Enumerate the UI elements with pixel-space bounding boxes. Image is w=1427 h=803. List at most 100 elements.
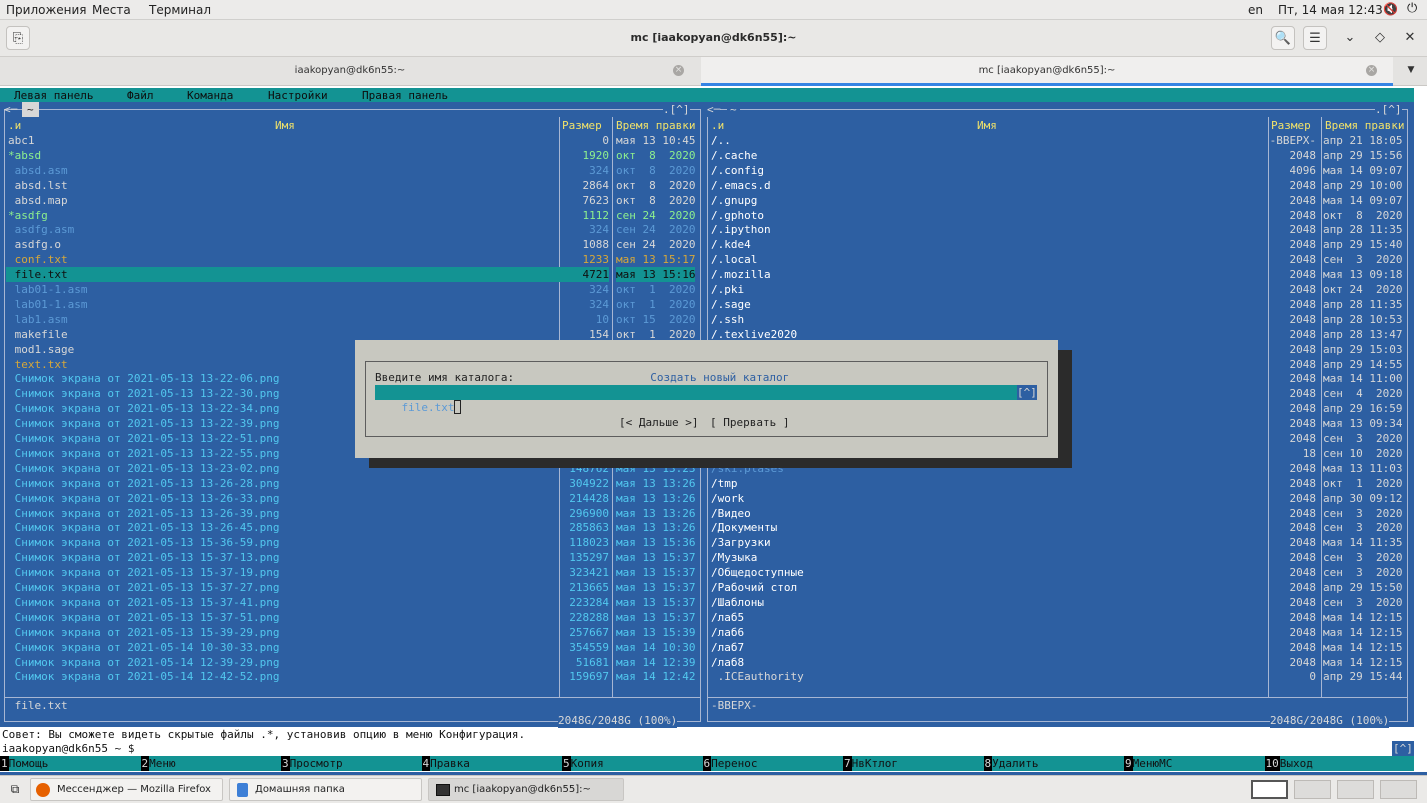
clock[interactable]: Пт, 14 мая 12:43 — [1278, 3, 1383, 17]
power-icon[interactable]: ⏻ — [1407, 1, 1417, 16]
dir-row[interactable]: /.sage 2048 апр 28 11:35 — [709, 297, 1406, 312]
file-row[interactable]: *absd 1920 окт 8 2020 — [6, 148, 699, 163]
file-row[interactable]: Снимок экрана от 2021-05-13 13-26-45.png… — [6, 520, 699, 535]
dir-row[interactable]: /.kde4 2048 апр 29 15:40 — [709, 237, 1406, 252]
menu-file[interactable]: Файл — [127, 88, 154, 103]
file-row[interactable]: Снимок экрана от 2021-05-13 13-26-39.png… — [6, 506, 699, 521]
dir-row[interactable]: /Видео 2048 сен 3 2020 — [709, 506, 1406, 521]
fkey-6[interactable]: 6Перенос — [702, 756, 843, 771]
file-row[interactable]: Снимок экрана от 2021-05-14 12-42-52.png… — [6, 669, 699, 684]
workspace-2[interactable] — [1294, 780, 1331, 799]
file-row[interactable]: Снимок экрана от 2021-05-13 15-36-59.png… — [6, 535, 699, 550]
dir-row[interactable]: /.mozilla 2048 мая 13 09:18 — [709, 267, 1406, 282]
dir-row[interactable]: /лаб7 2048 мая 14 12:15 — [709, 640, 1406, 655]
keyboard-layout[interactable]: en — [1248, 3, 1263, 17]
dir-row[interactable]: /work 2048 апр 30 09:12 — [709, 491, 1406, 506]
dir-row[interactable]: /.pki 2048 окт 24 2020 — [709, 282, 1406, 297]
dir-name-input[interactable]: file.txt — [375, 385, 1037, 414]
minimize-icon[interactable]: ⌄ — [1338, 26, 1362, 50]
command-history-button[interactable]: [^] — [1392, 741, 1414, 756]
volume-muted-icon[interactable]: 🔇 — [1383, 2, 1398, 16]
shell-prompt[interactable]: iaakopyan@dk6n55 ~ $ — [2, 741, 134, 756]
file-row[interactable]: Снимок экрана от 2021-05-13 15-37-13.png… — [6, 550, 699, 565]
dir-row[interactable]: /лаб5 2048 мая 14 12:15 — [709, 610, 1406, 625]
dir-row[interactable]: /Рабочий стол 2048 апр 29 15:50 — [709, 580, 1406, 595]
dir-row[interactable]: /.gnupg 2048 мая 14 09:07 — [709, 193, 1406, 208]
fkey-1[interactable]: 1Помощь — [0, 756, 140, 771]
panel-nav-arrows[interactable]: <─ — [4, 102, 17, 117]
dir-row[interactable]: /ski.plases 2048 мая 13 11:03 — [709, 461, 1406, 476]
file-row[interactable]: Снимок экрана от 2021-05-13 15-39-29.png… — [6, 625, 699, 640]
task-terminal[interactable]: mc [iaakopyan@dk6n55]:~ — [428, 778, 624, 801]
workspace-4[interactable] — [1380, 780, 1417, 799]
dir-row[interactable]: /.gphoto 2048 окт 8 2020 — [709, 208, 1406, 223]
col-header-name[interactable]: Имя — [275, 118, 295, 133]
fkey-10[interactable]: 10Выход — [1264, 756, 1405, 771]
dir-row[interactable]: /tmp 2048 окт 1 2020 — [709, 476, 1406, 491]
file-row[interactable]: Снимок экрана от 2021-05-13 13-23-02.png… — [6, 461, 699, 476]
file-row[interactable]: Снимок экрана от 2021-05-13 15-37-51.png… — [6, 610, 699, 625]
fkey-3[interactable]: 3Просмотр — [281, 756, 421, 771]
close-tab-icon[interactable]: × — [673, 65, 684, 76]
dir-row[interactable]: .ICEauthority 0 апр 29 15:44 — [709, 669, 1406, 684]
dir-row[interactable]: /Музыка 2048 сен 3 2020 — [709, 550, 1406, 565]
panel-path[interactable]: ~ — [727, 102, 740, 117]
dir-row[interactable]: /Шаблоны 2048 сен 3 2020 — [709, 595, 1406, 610]
dir-row[interactable]: /.. -ВВЕРХ-апр 21 18:05 — [709, 133, 1406, 148]
fkey-7[interactable]: 7НвКтлог — [843, 756, 983, 771]
dir-row[interactable]: /лаб8 2048 мая 14 12:15 — [709, 655, 1406, 670]
file-row[interactable]: file.txt 4721 мая 13 15:16 — [6, 267, 699, 283]
dir-row[interactable]: /.emacs.d 2048 апр 29 10:00 — [709, 178, 1406, 193]
fkey-5[interactable]: 5Копия — [562, 756, 702, 771]
file-row[interactable]: lab1.asm 10 окт 15 2020 — [6, 312, 699, 327]
panel-hotlist[interactable]: .[^] — [1375, 102, 1402, 117]
file-row[interactable]: Снимок экрана от 2021-05-13 15-37-27.png… — [6, 580, 699, 595]
dir-row[interactable]: /.local 2048 сен 3 2020 — [709, 252, 1406, 267]
col-header-time[interactable]: Время правки — [616, 118, 695, 133]
file-row[interactable]: abc1 0 мая 13 10:45 — [6, 133, 699, 148]
workspace-3[interactable] — [1337, 780, 1374, 799]
fkey-2[interactable]: 2Меню — [140, 756, 281, 771]
file-row[interactable]: conf.txt 1233 мая 13 15:17 — [6, 252, 699, 267]
ok-button[interactable]: [< Дальше >] — [619, 415, 698, 430]
file-row[interactable]: Снимок экрана от 2021-05-13 13-26-33.png… — [6, 491, 699, 506]
file-row[interactable]: lab01-1.asm 324 окт 1 2020 — [6, 297, 699, 312]
sort-indicator[interactable]: .и — [8, 118, 21, 133]
file-row[interactable]: absd.asm 324 окт 8 2020 — [6, 163, 699, 178]
applications-menu[interactable]: Приложения — [6, 3, 87, 17]
workspace-1[interactable] — [1251, 780, 1288, 799]
sort-indicator[interactable]: .и — [711, 118, 724, 133]
show-desktop-icon[interactable]: ⧉ — [7, 782, 23, 798]
menu-settings[interactable]: Настройки — [268, 88, 328, 103]
dir-row[interactable]: /.ipython 2048 апр 28 11:35 — [709, 222, 1406, 237]
fkey-9[interactable]: 9МенюMC — [1124, 756, 1264, 771]
menu-command[interactable]: Команда — [187, 88, 233, 103]
menu-right-panel[interactable]: Правая панель — [362, 88, 448, 103]
file-row[interactable]: Снимок экрана от 2021-05-13 15-37-19.png… — [6, 565, 699, 580]
terminal-menu[interactable]: Терминал — [149, 3, 211, 17]
file-row[interactable]: Снимок экрана от 2021-05-13 13-26-28.png… — [6, 476, 699, 491]
fkey-8[interactable]: 8Удалить — [983, 756, 1124, 771]
file-row[interactable]: asdfg.o 1088 сен 24 2020 — [6, 237, 699, 252]
dir-row[interactable]: /.cache 2048 апр 29 15:56 — [709, 148, 1406, 163]
task-firefox[interactable]: Мессенджер — Mozilla Firefox — [30, 778, 223, 801]
tab-list-chevron-icon[interactable]: ▼ — [1395, 57, 1427, 86]
file-row[interactable]: *asdfg 1112 сен 24 2020 — [6, 208, 699, 223]
file-row[interactable]: Снимок экрана от 2021-05-14 10-30-33.png… — [6, 640, 699, 655]
col-header-name[interactable]: Имя — [977, 118, 997, 133]
file-row[interactable]: asdfg.asm 324 сен 24 2020 — [6, 222, 699, 237]
dir-row[interactable]: /Загрузки 2048 мая 14 11:35 — [709, 535, 1406, 550]
dir-row[interactable]: /.ssh 2048 апр 28 10:53 — [709, 312, 1406, 327]
close-icon[interactable]: ✕ — [1398, 26, 1422, 50]
tab-mc[interactable]: mc [iaakopyan@dk6n55]:~ × — [701, 57, 1393, 86]
file-row[interactable]: Снимок экрана от 2021-05-13 15-37-41.png… — [6, 595, 699, 610]
file-row[interactable]: absd.map 7623 окт 8 2020 — [6, 193, 699, 208]
dir-row[interactable]: /.config 4096 мая 14 09:07 — [709, 163, 1406, 178]
close-tab-icon[interactable]: × — [1366, 65, 1377, 76]
maximize-icon[interactable]: ◇ — [1368, 26, 1392, 50]
panel-nav-arrows[interactable]: <─ — [707, 102, 721, 117]
menu-left-panel[interactable]: Левая панель — [14, 88, 93, 103]
input-history-button[interactable]: [^] — [1017, 385, 1037, 400]
dir-row[interactable]: /Общедоступные 2048 сен 3 2020 — [709, 565, 1406, 580]
file-row[interactable]: lab01-1.asm 324 окт 1 2020 — [6, 282, 699, 297]
